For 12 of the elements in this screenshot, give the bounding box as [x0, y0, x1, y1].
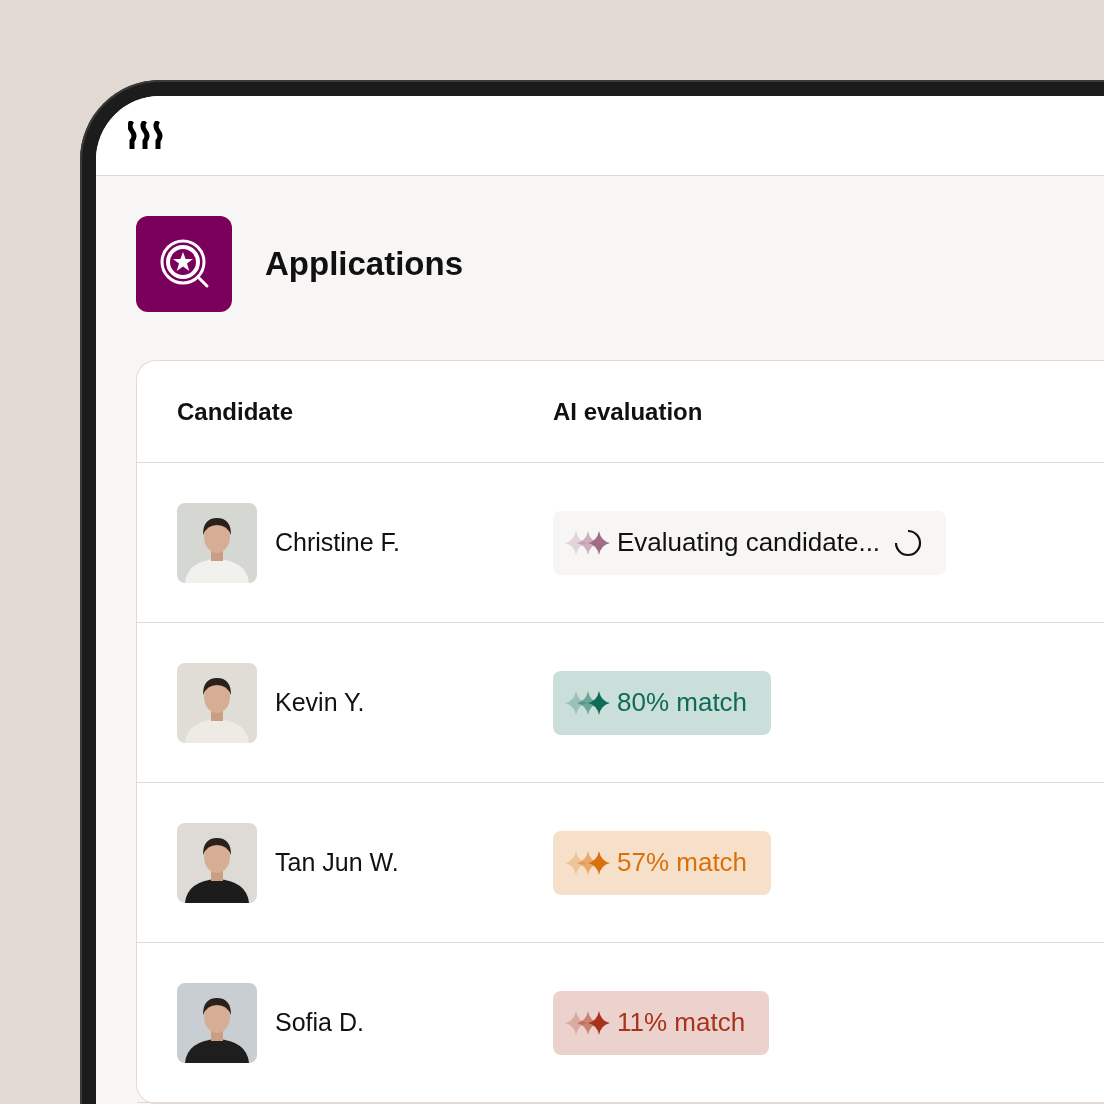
candidate-name: Christine F.: [275, 528, 401, 557]
spinner-icon: [894, 528, 923, 557]
match-badge: 57% match: [553, 830, 772, 895]
match-badge: 80% match: [553, 670, 772, 735]
match-badge: 11% match: [553, 990, 770, 1055]
page-title: Applications: [265, 245, 464, 283]
candidate-name: Tan Jun W.: [275, 848, 399, 877]
status-badge: Evaluating candidate...: [553, 510, 947, 575]
candidate-name: Kevin Y.: [275, 688, 365, 717]
column-header: AI evaluation: [553, 397, 704, 426]
column-header: Candidate: [176, 397, 294, 426]
candidate-name: Sofia D.: [275, 1008, 364, 1037]
